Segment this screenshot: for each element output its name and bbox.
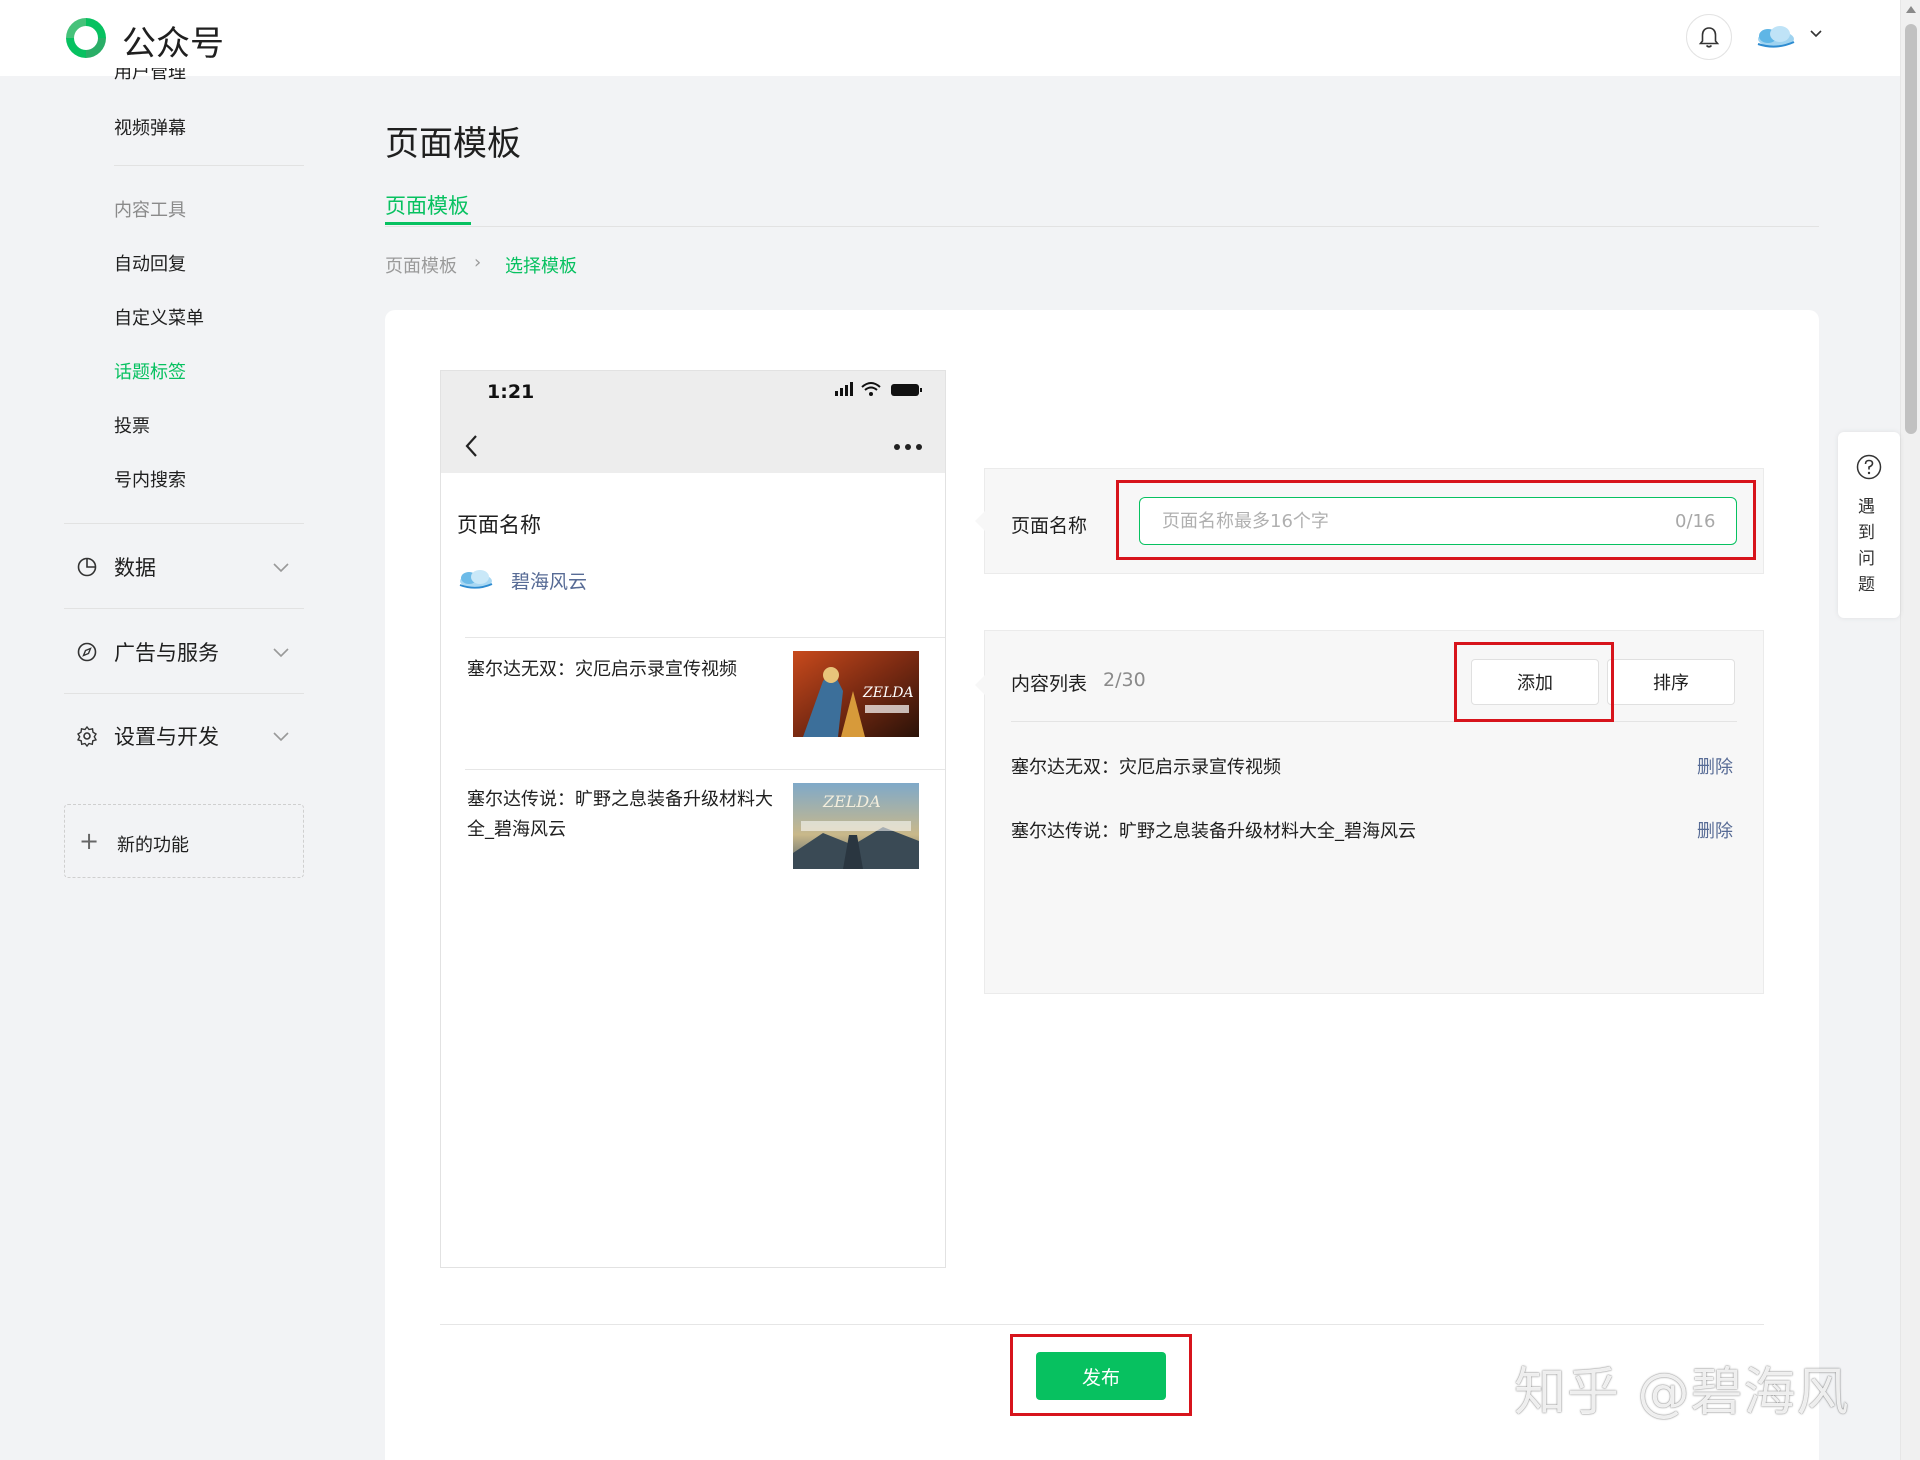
tab-page-template[interactable]: 页面模板 <box>385 190 469 220</box>
sidebar-group-content-tools: 内容工具 <box>114 200 186 221</box>
scroll-thumb[interactable] <box>1905 24 1917 434</box>
sidebar-item-in-account-search[interactable]: 号内搜索 <box>114 466 186 492</box>
app-title: 公众号 <box>122 24 224 64</box>
watermark-text: 知乎 @碧海风 <box>1514 1363 1850 1423</box>
phone-page-name: 页面名称 <box>457 513 541 537</box>
sidebar-section-label: 广告与服务 <box>114 641 219 665</box>
content-list-item-title: 塞尔达传说：旷野之息装备升级材料大全_碧海风云 <box>1011 821 1416 842</box>
sidebar-item-custom-menu[interactable]: 自定义菜单 <box>114 304 204 330</box>
help-label: 遇到问题 <box>1858 497 1875 595</box>
sidebar-section-settings-dev[interactable]: 设置与开发 <box>64 715 304 755</box>
chevron-down-icon <box>273 563 289 573</box>
panel-pointer <box>975 675 985 695</box>
breadcrumb-chevron-icon: › <box>474 252 482 273</box>
sidebar-section-label: 数据 <box>114 556 156 580</box>
sidebar-item-video-danmaku[interactable]: 视频弹幕 <box>114 114 186 140</box>
tab-divider <box>385 226 1819 227</box>
highlight-box-publish <box>1010 1334 1192 1416</box>
help-float-button[interactable]: 遇到问题 <box>1838 432 1900 618</box>
article-thumbnail-zelda-botw: ZELDA <box>793 783 919 869</box>
highlight-box-add-button <box>1454 642 1614 722</box>
phone-account-name: 碧海风云 <box>511 571 588 593</box>
sidebar-divider <box>114 165 304 166</box>
phone-status-icons <box>835 382 922 396</box>
sidebar-item-auto-reply[interactable]: 自动回复 <box>114 250 186 276</box>
content-list-panel: 内容列表 2/30 添加 排序 塞尔达无双：灾厄启示录宣传视频 删除 塞尔达传说… <box>975 630 1764 994</box>
svg-text:ZELDA: ZELDA <box>822 792 881 811</box>
phone-article-title: 塞尔达传说：旷野之息装备升级材料大全_碧海风云 <box>467 789 773 840</box>
sidebar-item-topic-tags[interactable]: 话题标签 <box>114 358 186 384</box>
sidebar-divider <box>64 608 304 609</box>
highlight-box-page-name <box>1116 480 1756 560</box>
sort-content-button[interactable]: 排序 <box>1607 659 1735 705</box>
wechat-mp-logo-icon[interactable] <box>62 14 110 62</box>
page-scrollbar[interactable] <box>1900 0 1920 1460</box>
new-feature-button[interactable]: + 新的功能 <box>64 804 304 878</box>
footer-divider <box>440 1324 1764 1325</box>
sidebar-divider <box>64 523 304 524</box>
account-avatar[interactable] <box>1754 22 1798 52</box>
content-list-label: 内容列表 <box>1011 673 1088 695</box>
back-arrow-icon[interactable] <box>461 433 483 459</box>
panel-pointer <box>975 511 985 531</box>
content-list-count: 2/30 <box>1103 669 1146 691</box>
delete-item-link[interactable]: 删除 <box>1697 753 1733 779</box>
sidebar-section-label: 设置与开发 <box>114 725 219 749</box>
new-feature-label: 新的功能 <box>117 835 189 856</box>
scroll-up-arrow-icon[interactable] <box>1906 6 1916 13</box>
sidebar-section-data[interactable]: 数据 <box>64 546 304 586</box>
page-title: 页面模板 <box>385 124 521 164</box>
content-list-divider <box>1011 721 1737 722</box>
svg-text:ZELDA: ZELDA <box>862 685 914 701</box>
content-list-item-title: 塞尔达无双：灾厄启示录宣传视频 <box>1011 757 1281 778</box>
chevron-down-icon[interactable] <box>1806 24 1826 44</box>
more-dots-icon[interactable] <box>893 443 923 451</box>
question-circle-icon <box>1856 454 1882 480</box>
delete-item-link[interactable]: 删除 <box>1697 817 1733 843</box>
phone-time: 1:21 <box>487 381 535 403</box>
bell-icon <box>1698 27 1720 48</box>
chevron-down-icon <box>273 648 289 658</box>
top-bar: 公众号 <box>0 0 1900 76</box>
pie-chart-icon <box>77 557 97 577</box>
article-thumbnail-zelda-warriors: ZELDA <box>793 651 919 737</box>
sidebar-item-vote[interactable]: 投票 <box>114 412 150 438</box>
page-name-label: 页面名称 <box>1011 515 1088 537</box>
phone-divider <box>465 637 945 638</box>
plus-icon: + <box>79 827 100 855</box>
gear-icon <box>76 725 98 747</box>
notification-button[interactable] <box>1686 14 1732 60</box>
account-logo-icon <box>459 570 493 589</box>
phone-divider <box>465 769 945 770</box>
sidebar-section-ads-services[interactable]: 广告与服务 <box>64 631 304 671</box>
phone-status-nav-bar: 1:21 <box>441 371 945 473</box>
breadcrumb-select-template: 选择模板 <box>505 256 577 277</box>
sidebar-divider <box>64 693 304 694</box>
breadcrumb-page-template[interactable]: 页面模板 <box>385 252 457 278</box>
phone-article-title: 塞尔达无双：灾厄启示录宣传视频 <box>467 659 737 680</box>
compass-icon <box>77 642 97 662</box>
phone-preview: 1:21 页面名称 碧海风云 塞尔达无双：灾厄启示录宣传视频 ZELDA 塞尔达… <box>440 370 946 1268</box>
chevron-down-icon <box>273 732 289 742</box>
active-tab-indicator <box>385 222 471 225</box>
